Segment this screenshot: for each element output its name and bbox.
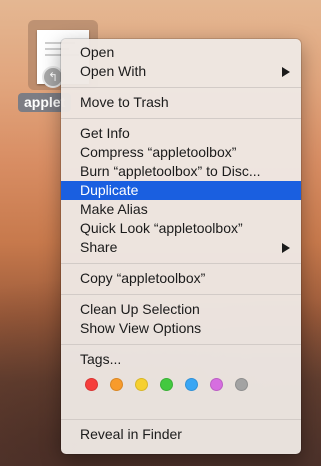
menu-item-label: Reveal in Finder — [80, 426, 182, 442]
red-tag-dot[interactable] — [85, 378, 98, 391]
menu-item-compress[interactable]: Compress “appletoolbox” — [61, 143, 301, 162]
menu-item-label: Copy “appletoolbox” — [80, 270, 206, 286]
menu-item-label: Share — [80, 239, 118, 255]
submenu-arrow-icon — [282, 67, 290, 77]
menu-item-label: Show View Options — [80, 320, 202, 336]
menu-item-tags[interactable]: Tags... — [61, 350, 301, 369]
menu-item-label: Move to Trash — [80, 94, 169, 110]
context-menu: Open Open With Move to Trash Get Info Co… — [61, 39, 301, 454]
menu-item-copy[interactable]: Copy “appletoolbox” — [61, 269, 301, 288]
blue-tag-dot[interactable] — [185, 378, 198, 391]
menu-item-label: Compress “appletoolbox” — [80, 144, 237, 160]
menu-separator — [61, 419, 301, 420]
menu-separator — [61, 87, 301, 88]
orange-tag-dot[interactable] — [110, 378, 123, 391]
menu-item-label: Duplicate — [80, 182, 139, 198]
menu-item-open[interactable]: Open — [61, 43, 301, 62]
menu-separator — [61, 263, 301, 264]
menu-item-label: Open With — [80, 63, 147, 79]
menu-item-quick-look[interactable]: Quick Look “appletoolbox” — [61, 219, 301, 238]
menu-item-get-info[interactable]: Get Info — [61, 124, 301, 143]
menu-item-label: Get Info — [80, 125, 130, 141]
menu-item-label: Quick Look “appletoolbox” — [80, 220, 243, 236]
menu-item-make-alias[interactable]: Make Alias — [61, 200, 301, 219]
menu-item-label: Tags... — [80, 351, 122, 367]
yellow-tag-dot[interactable] — [135, 378, 148, 391]
menu-separator — [61, 344, 301, 345]
menu-item-label: Open — [80, 44, 115, 60]
submenu-arrow-icon — [282, 243, 290, 253]
green-tag-dot[interactable] — [160, 378, 173, 391]
menu-item-label: Burn “appletoolbox” to Disc... — [80, 163, 261, 179]
menu-item-clean-up-selection[interactable]: Clean Up Selection — [61, 300, 301, 319]
menu-item-open-with[interactable]: Open With — [61, 62, 301, 81]
gray-tag-dot[interactable] — [235, 378, 248, 391]
menu-item-burn[interactable]: Burn “appletoolbox” to Disc... — [61, 162, 301, 181]
purple-tag-dot[interactable] — [210, 378, 223, 391]
menu-item-move-to-trash[interactable]: Move to Trash — [61, 93, 301, 112]
menu-item-label: Make Alias — [80, 201, 148, 217]
menu-item-duplicate[interactable]: Duplicate — [61, 181, 301, 200]
menu-item-show-view-options[interactable]: Show View Options — [61, 319, 301, 338]
tag-color-row — [85, 378, 285, 392]
menu-separator — [61, 118, 301, 119]
menu-item-reveal-in-finder[interactable]: Reveal in Finder — [61, 425, 301, 444]
menu-item-label: Clean Up Selection — [80, 301, 200, 317]
menu-separator — [61, 294, 301, 295]
menu-item-share[interactable]: Share — [61, 238, 301, 257]
